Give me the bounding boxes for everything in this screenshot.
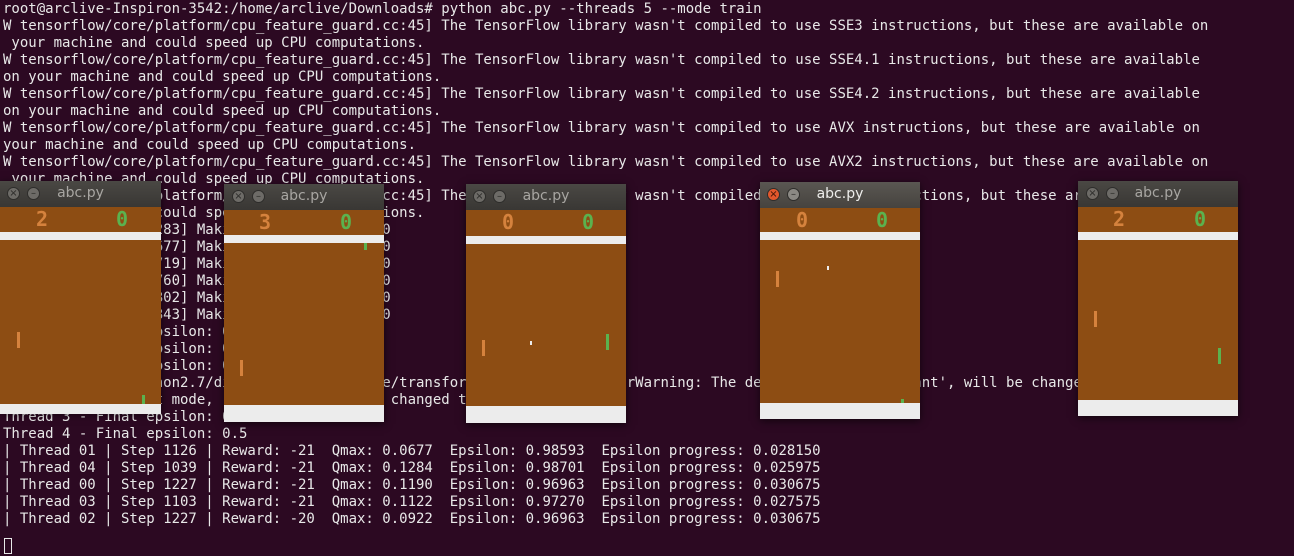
- terminal-line: W tensorflow/core/platform/cpu_feature_g…: [3, 120, 1200, 136]
- bottom-wall: [224, 405, 384, 422]
- window-titlebar[interactable]: × – abc.py: [0, 181, 161, 208]
- ball: [827, 266, 829, 270]
- terminal-line: W tensorflow/core/platform/cpu_feature_g…: [3, 52, 1200, 68]
- pong-court: 0 0: [466, 210, 626, 423]
- game-window-2[interactable]: × – abc.py 3 0: [224, 184, 384, 422]
- top-wall: [760, 232, 920, 240]
- terminal-line: on your machine and could speed up CPU c…: [3, 69, 442, 85]
- top-wall: [1078, 232, 1238, 240]
- left-paddle: [482, 340, 485, 356]
- window-titlebar[interactable]: × – abc.py: [1078, 181, 1238, 208]
- right-paddle: [606, 334, 609, 350]
- ball: [530, 341, 532, 345]
- terminal-line: root@arclive-Inspiron-3542:/home/arclive…: [3, 1, 762, 17]
- game-window-4[interactable]: × – abc.py 0 0: [760, 182, 920, 419]
- top-wall: [466, 236, 626, 244]
- window-titlebar[interactable]: × – abc.py: [760, 182, 920, 209]
- top-wall: [224, 235, 384, 243]
- bottom-wall: [0, 404, 161, 414]
- score-left: 2: [1113, 207, 1126, 231]
- terminal-line: on your machine and could speed up CPU c…: [3, 103, 442, 119]
- score-left: 2: [36, 207, 49, 231]
- terminal-line: | Thread 02 | Step 1227 | Reward: -20 Qm…: [3, 511, 821, 527]
- window-title: abc.py: [280, 188, 328, 204]
- bottom-wall: [1078, 400, 1238, 416]
- score-left: 3: [259, 210, 272, 234]
- pong-court: 0 0: [760, 208, 920, 419]
- score-right: 0: [340, 210, 353, 234]
- terminal-line: Thread 4 - Final epsilon: 0.5: [3, 426, 248, 442]
- window-titlebar[interactable]: × – abc.py: [466, 184, 626, 211]
- score-right: 0: [1194, 207, 1207, 231]
- terminal-line: your machine and could speed up CPU comp…: [3, 35, 425, 51]
- terminal-line: your machine and could speed up CPU comp…: [3, 137, 417, 153]
- left-paddle: [1094, 311, 1097, 327]
- terminal-line: | Thread 01 | Step 1126 | Reward: -21 Qm…: [3, 443, 821, 459]
- game-window-1[interactable]: × – abc.py 2 0: [0, 181, 161, 414]
- window-title: abc.py: [1134, 185, 1182, 201]
- game-window-3[interactable]: × – abc.py 0 0: [466, 184, 626, 423]
- pong-court: 2 0: [0, 207, 161, 414]
- pong-court: 3 0: [224, 210, 384, 422]
- left-paddle: [240, 360, 243, 376]
- terminal-line: W tensorflow/core/platform/cpu_feature_g…: [3, 18, 1209, 34]
- score-left: 0: [502, 210, 515, 234]
- score-left: 0: [796, 208, 809, 232]
- top-wall: [0, 232, 161, 240]
- window-title: abc.py: [816, 186, 864, 202]
- score-right: 0: [116, 207, 129, 231]
- right-paddle: [364, 243, 367, 250]
- right-paddle: [1218, 348, 1221, 364]
- terminal-line: | Thread 03 | Step 1103 | Reward: -21 Qm…: [3, 494, 821, 510]
- window-title: abc.py: [522, 188, 570, 204]
- left-paddle: [776, 271, 779, 287]
- game-window-5[interactable]: × – abc.py 2 0: [1078, 181, 1238, 416]
- score-right: 0: [582, 210, 595, 234]
- pong-court: 2 0: [1078, 207, 1238, 416]
- bottom-wall: [466, 406, 626, 423]
- terminal-line: | Thread 00 | Step 1227 | Reward: -21 Qm…: [3, 477, 821, 493]
- left-paddle: [17, 332, 20, 348]
- window-title: abc.py: [57, 185, 104, 201]
- terminal-cursor: [4, 538, 12, 554]
- window-titlebar[interactable]: × – abc.py: [224, 184, 384, 211]
- terminal-line: W tensorflow/core/platform/cpu_feature_g…: [3, 86, 1200, 102]
- bottom-wall: [760, 403, 920, 419]
- terminal-line: | Thread 04 | Step 1039 | Reward: -21 Qm…: [3, 460, 821, 476]
- score-right: 0: [876, 208, 889, 232]
- terminal-line: W tensorflow/core/platform/cpu_feature_g…: [3, 154, 1209, 170]
